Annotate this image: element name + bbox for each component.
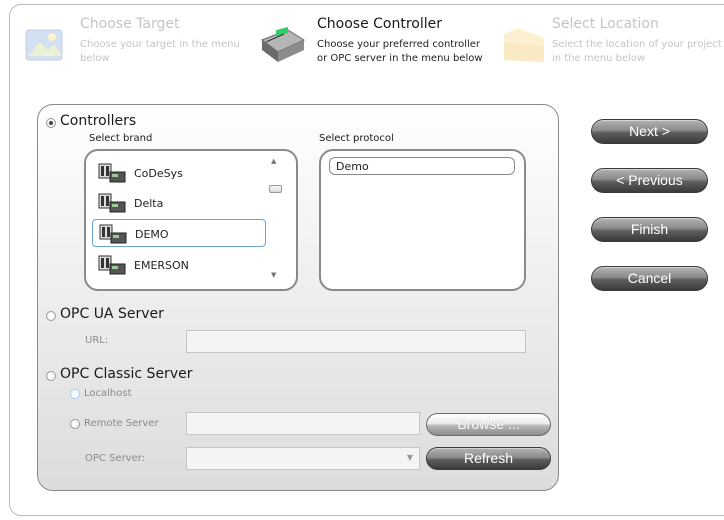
step-desc-line1: Choose your target in the menu [80, 39, 240, 50]
plc-icon [98, 255, 126, 275]
controllers-label: Controllers [60, 113, 137, 129]
step-desc-line2: in the menu below [552, 53, 646, 64]
cancel-button[interactable]: Cancel [591, 266, 708, 291]
step-desc-line1: Select the location of your project [552, 39, 722, 50]
target-image-icon [25, 29, 63, 61]
protocol-list[interactable]: Demo [319, 149, 526, 291]
brand-label: EMERSON [134, 259, 189, 272]
list-item-demo-protocol[interactable]: Demo [329, 157, 515, 175]
brand-label: DEMO [135, 228, 169, 241]
list-item-emerson[interactable]: EMERSON [98, 251, 258, 279]
folder-icon [504, 28, 544, 62]
step-title: Select Location [552, 16, 659, 32]
chevron-down-icon[interactable]: ▼ [407, 453, 413, 462]
opc-ua-label: OPC UA Server [60, 306, 164, 322]
scroll-thumb[interactable] [269, 185, 282, 193]
step-title: Choose Controller [317, 16, 443, 32]
url-label: URL: [85, 335, 109, 346]
protocol-label: Demo [336, 160, 369, 173]
step-desc-line1: Choose your preferred controller [317, 39, 481, 50]
remote-server-radio[interactable] [70, 419, 80, 429]
brand-label: CoDeSys [134, 167, 183, 180]
opc-server-combobox[interactable]: ▼ [186, 447, 420, 470]
scroll-up-icon[interactable]: ▲ [271, 157, 276, 165]
opc-classic-label: OPC Classic Server [60, 366, 193, 382]
localhost-radio[interactable] [70, 389, 80, 399]
remote-server-field[interactable] [186, 412, 420, 435]
brand-list[interactable]: CoDeSys Delta DEMO EMERSON ▲ ▼ [84, 149, 298, 291]
plc-icon [99, 224, 127, 244]
step-select-location: Select Location Select the location of y… [500, 14, 724, 74]
select-brand-label: Select brand [89, 133, 153, 144]
list-item-demo[interactable]: DEMO [92, 219, 266, 247]
refresh-button[interactable]: Refresh [426, 447, 551, 470]
opc-ua-radio[interactable] [46, 311, 56, 321]
scroll-down-icon[interactable]: ▼ [271, 271, 276, 279]
opc-server-label: OPC Server: [85, 453, 146, 464]
remote-server-label: Remote Server [84, 418, 159, 429]
step-title: Choose Target [80, 16, 180, 32]
finish-button[interactable]: Finish [591, 217, 708, 242]
controller-selection-panel: Controllers Select brand Select protocol… [37, 104, 559, 491]
step-choose-controller: Choose Controller Choose your preferred … [258, 14, 498, 74]
browse-button[interactable]: Browse ... [426, 413, 551, 436]
step-desc-line2: or OPC server in the menu below [317, 53, 483, 64]
select-protocol-label: Select protocol [319, 133, 394, 144]
controllers-radio[interactable] [46, 118, 56, 128]
plc-icon [98, 193, 126, 213]
list-item-codesys[interactable]: CoDeSys [98, 159, 258, 187]
url-field[interactable] [186, 330, 526, 353]
plc-icon [98, 163, 126, 183]
brand-list-scrollbar[interactable]: ▲ ▼ [267, 155, 283, 283]
previous-button[interactable]: < Previous [591, 168, 708, 193]
step-desc-line2: below [80, 53, 110, 64]
localhost-label: Localhost [84, 388, 132, 399]
next-button[interactable]: Next > [591, 119, 708, 144]
brand-label: Delta [134, 197, 164, 210]
controller-device-icon [260, 26, 306, 62]
opc-classic-radio[interactable] [46, 371, 56, 381]
list-item-delta[interactable]: Delta [98, 189, 258, 217]
step-choose-target: Choose Target Choose your target in the … [22, 14, 252, 74]
